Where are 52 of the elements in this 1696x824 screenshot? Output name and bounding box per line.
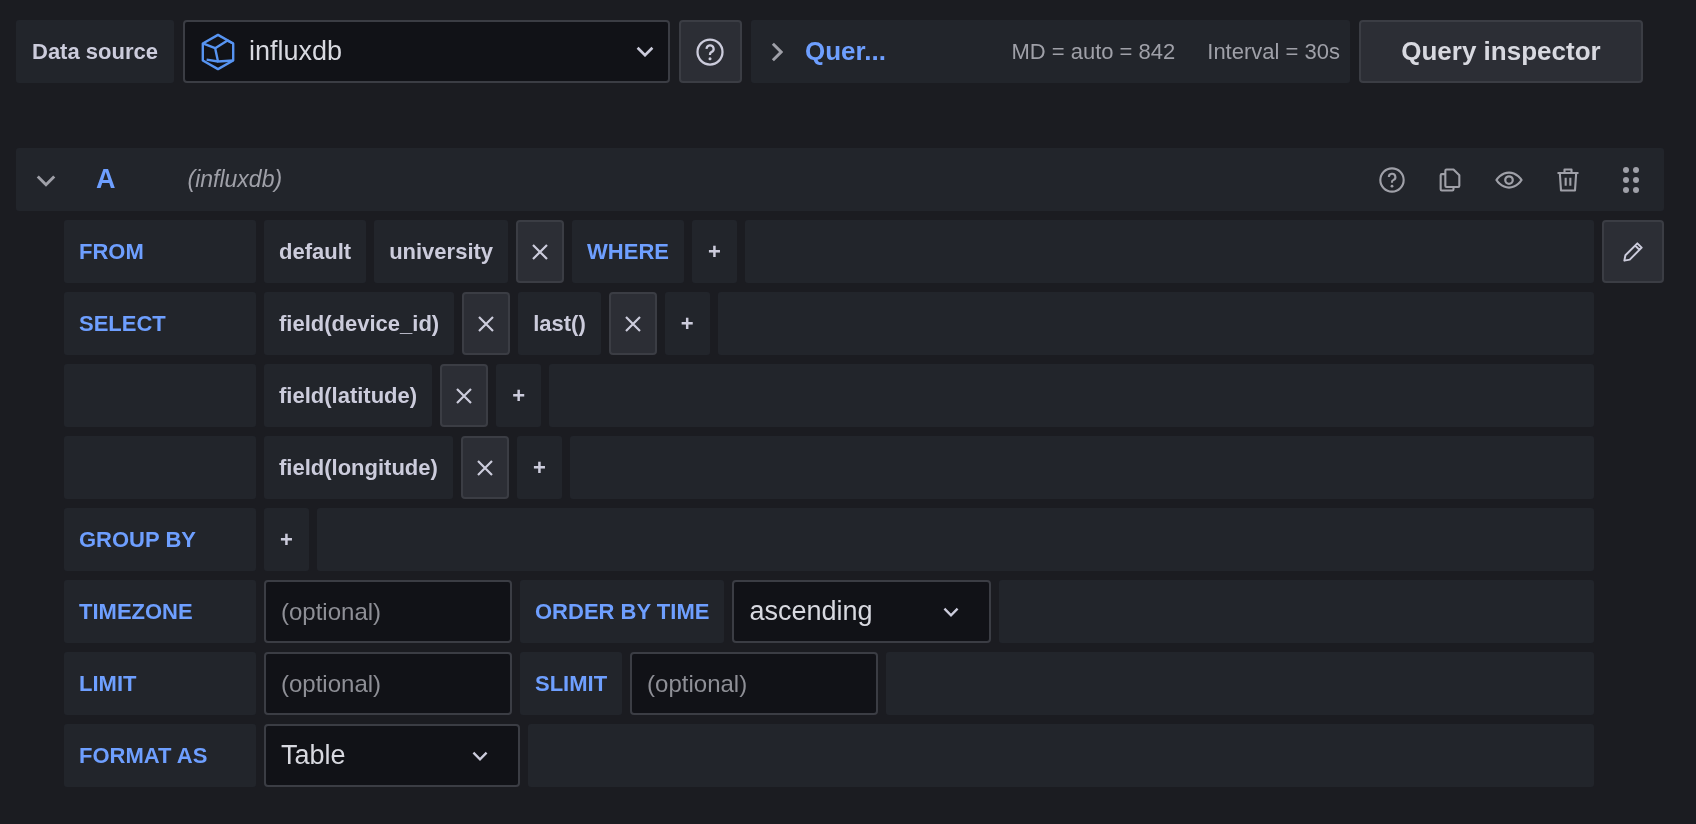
text-input-field[interactable]: (optional) [264,580,512,643]
dropdown-select[interactable]: Table [264,724,520,787]
add-button[interactable]: + [264,508,309,571]
query-segment[interactable]: default [264,220,367,283]
add-button[interactable]: + [691,220,737,283]
keyword-label: WHERE [572,220,684,283]
drag-handle-icon[interactable] [1622,165,1640,194]
remove-button[interactable] [608,292,657,355]
query-options-title[interactable]: Quer... [804,32,886,71]
row-label: SELECT [64,292,256,355]
close-icon [474,457,495,478]
chevron-down-icon [635,46,654,57]
edit-button[interactable] [1602,220,1664,283]
row-label: GROUP BY [64,508,256,571]
query-ref-id[interactable]: A [96,159,116,200]
interval-text: Interval = 30s [1207,38,1340,66]
data-source-select[interactable]: influxdb [182,20,670,83]
close-icon [622,313,643,334]
remove-button[interactable] [516,220,565,283]
remove-button[interactable] [460,436,509,499]
query-segment[interactable]: field(latitude) [264,364,433,427]
remove-button[interactable] [440,364,489,427]
query-segment[interactable]: university [374,220,509,283]
help-button[interactable] [678,20,742,83]
chevron-down-icon [942,606,959,617]
add-button[interactable]: + [496,364,542,427]
text-input-field[interactable]: (optional) [264,652,512,715]
add-button[interactable]: + [664,292,710,355]
close-icon [476,313,497,334]
close-icon [530,241,551,262]
add-button[interactable]: + [516,436,562,499]
query-segment[interactable]: field(device_id) [264,292,455,355]
keyword-label: ORDER BY TIME [520,580,725,643]
row-label: FROM [64,220,256,283]
close-icon [454,385,475,406]
query-segment[interactable]: field(longitude) [264,436,453,499]
query-segment[interactable]: last() [518,292,601,355]
help-icon [695,36,726,67]
data-source-label: Data source [16,20,174,83]
help-icon[interactable] [1378,165,1406,194]
remove-button[interactable] [462,292,511,355]
row-label: FORMAT AS [64,724,256,787]
query-datasource-name: (influxdb) [187,165,283,195]
chevron-down-icon [472,750,488,761]
text-input-field[interactable]: (optional) [630,652,879,715]
query-options-bar[interactable]: Quer... MD = auto = 842 Interval = 30s [750,20,1350,83]
query-inspector-button[interactable]: Query inspector [1358,20,1643,83]
row-label: TIMEZONE [64,580,256,643]
row-label: LIMIT [64,652,256,715]
keyword-label: SLIMIT [520,652,623,715]
max-data-points-text: MD = auto = 842 [1011,38,1176,66]
dropdown-select[interactable]: ascending [732,580,991,643]
